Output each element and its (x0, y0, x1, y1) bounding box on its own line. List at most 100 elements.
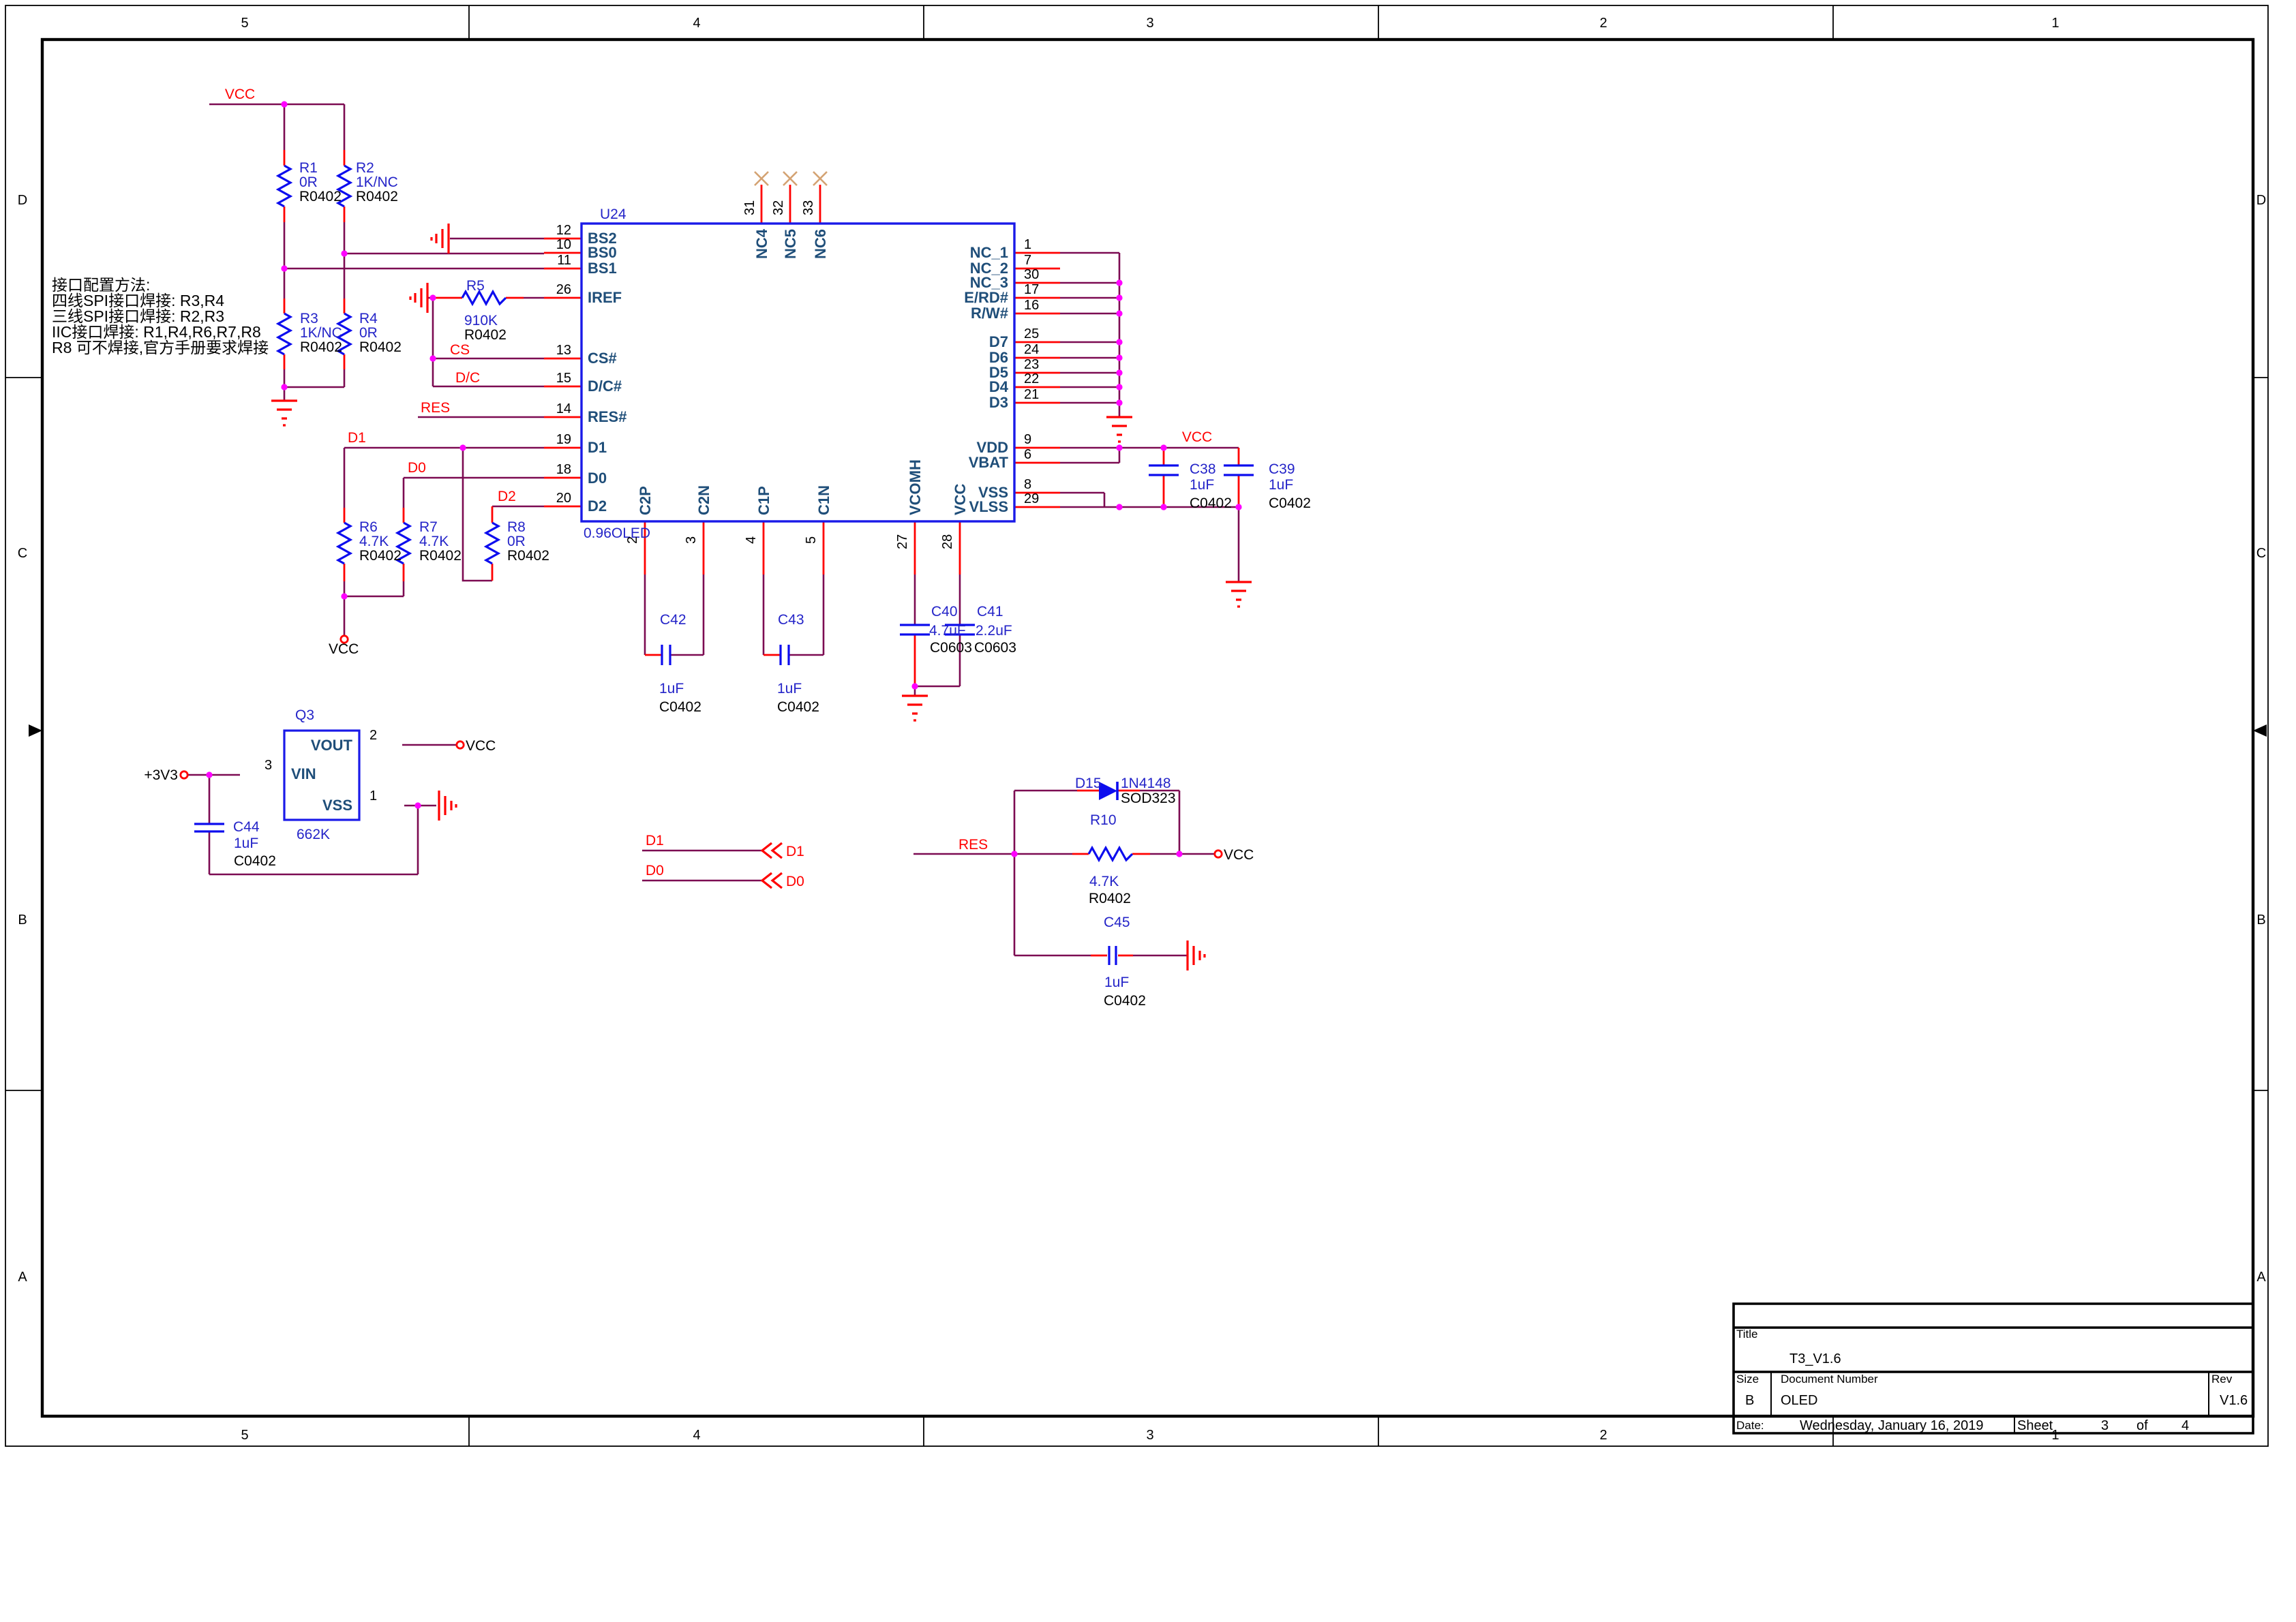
pin-num-13: 13 (556, 343, 571, 358)
c40-refdes: C40 (931, 604, 958, 619)
pin-name-rw: R/W# (971, 305, 1008, 322)
pin-num-23: 23 (1024, 357, 1039, 372)
r6-value: 4.7K (359, 534, 389, 549)
pin-num-18: 18 (556, 462, 571, 477)
pin-num-7: 7 (1024, 253, 1031, 268)
date-value: Wednesday, January 16, 2019 (1800, 1418, 1983, 1433)
c41-value: 2.2uF (976, 623, 1012, 639)
zone-labels: 5 4 3 2 1 5 4 3 2 1 D C B A D C B A (18, 16, 2267, 1443)
u24-bottom-pins: 2 3 4 5 27 28 C2P C2N C1P C1N VCOMH VCC (625, 459, 969, 549)
sheet-total: 4 (2181, 1418, 2189, 1433)
c45-value: 1uF (1104, 975, 1129, 990)
pin-num-3: 3 (684, 536, 699, 544)
pin-num-31: 31 (742, 200, 757, 215)
pin-name-d0: D0 (588, 470, 607, 487)
pin-num-5: 5 (804, 536, 819, 544)
r1-symbol (278, 166, 290, 206)
pin-num-26: 26 (556, 282, 571, 297)
zone-right-a: A (2256, 1270, 2266, 1285)
d15-symbol (1099, 782, 1117, 800)
zone-left-c: C (18, 546, 27, 561)
pin-name-cs: CS# (588, 350, 617, 367)
c45-footprint: C0402 (1104, 993, 1146, 1009)
offpage-d0-label: D0 (786, 874, 804, 889)
pin-num-21: 21 (1024, 387, 1039, 402)
pin-num-8: 8 (1024, 477, 1031, 492)
offpage-d0-netlabel: D0 (646, 863, 664, 878)
zone-left-a: A (18, 1270, 27, 1285)
pin-num-19: 19 (556, 432, 571, 447)
c41-footprint: C0603 (974, 640, 1016, 656)
c43-footprint: C0402 (777, 699, 819, 715)
offpage-d1-netlabel: D1 (646, 833, 664, 848)
r3-value: 1K/NC (300, 325, 342, 341)
pin-name-nc4: NC4 (753, 228, 770, 259)
pin-num-32: 32 (771, 200, 786, 215)
r3-refdes: R3 (300, 311, 318, 326)
pin-num-10: 10 (556, 237, 571, 252)
netlabel-d0: D0 (408, 460, 426, 476)
title-label: Title (1736, 1328, 1758, 1341)
title-value: T3_V1.6 (1789, 1351, 1841, 1366)
zone-left-b: B (18, 913, 27, 928)
netlabel-d2: D2 (498, 489, 516, 504)
gnd-q3-sideways (439, 791, 456, 821)
chip-outline (581, 224, 1014, 521)
pin-name-res: RES# (588, 408, 626, 425)
c44-footprint: C0402 (234, 853, 276, 869)
pin-num-28: 28 (940, 534, 955, 549)
no-connect-marks (755, 172, 827, 185)
pin-name-c1p: C1P (755, 486, 772, 515)
netlabel-cs: CS (450, 342, 470, 358)
netlabel-vcc-right: VCC (1182, 429, 1212, 445)
r1-value: 0R (299, 174, 318, 190)
u24-left-pin-names: BS2 BS0 BS1 IREF CS# D/C# RES# D1 D0 D2 (588, 230, 626, 515)
c41-refdes: C41 (977, 604, 1003, 619)
c40-symbol (900, 625, 930, 634)
gnd-r3-r4 (271, 401, 297, 425)
c38-value: 1uF (1190, 477, 1214, 493)
r7-footprint: R0402 (419, 548, 462, 564)
pin-num-30: 30 (1024, 267, 1039, 282)
c44-value: 1uF (234, 836, 258, 851)
q3-regulator: Q3 662K VOUT VIN VSS 2 3 1 (265, 707, 377, 842)
pin-name-c2p: C2P (637, 486, 654, 515)
schematic-sheet: 5 4 3 2 1 5 4 3 2 1 D C B A D C B A 接口配置… (0, 0, 2296, 1622)
r1-refdes: R1 (299, 160, 318, 176)
r3-symbol (278, 313, 290, 354)
pin-name-iref: IREF (588, 289, 622, 306)
pin-num-29: 29 (1024, 491, 1039, 506)
pin-name-bs0: BS0 (588, 244, 617, 261)
pin-name-bs1: BS1 (588, 260, 617, 277)
r10-refdes: R10 (1090, 812, 1117, 828)
r7-value: 4.7K (419, 534, 449, 549)
pin-num-6: 6 (1024, 447, 1031, 462)
u24-left-pin-numbers: 12 10 11 26 13 15 14 19 18 20 (556, 223, 571, 506)
zone-left-d: D (18, 193, 27, 208)
r5-refdes: R5 (466, 278, 485, 294)
pin-num-2: 2 (625, 536, 640, 544)
gnd-c40 (902, 696, 928, 720)
title-block: Title T3_V1.6 Size B Document Number OLE… (1734, 1304, 2253, 1433)
pin-num-4: 4 (744, 536, 759, 544)
c42-symbol (662, 645, 670, 665)
note-line-5: R8 可不焊接,官方手册要求焊接 (52, 339, 269, 356)
zone-right-c: C (2256, 546, 2266, 561)
r8-symbol (486, 523, 498, 564)
c43-refdes: C43 (778, 612, 804, 628)
gnd-c45-sideways (1188, 940, 1205, 970)
pin-num-20: 20 (556, 491, 571, 506)
d15-refdes: D15 (1075, 776, 1102, 791)
c39-symbol (1224, 465, 1254, 475)
right-mid-arrow (2253, 724, 2267, 737)
c38-refdes: C38 (1190, 461, 1216, 477)
c39-footprint: C0402 (1269, 495, 1311, 511)
pin-name-nc5: NC5 (782, 229, 799, 259)
gnd-right-bus (1106, 417, 1132, 442)
r10-footprint: R0402 (1089, 891, 1131, 906)
c42-value: 1uF (659, 681, 684, 697)
schematic-canvas: 5 4 3 2 1 5 4 3 2 1 D C B A D C B A 接口配置… (0, 0, 2296, 1622)
r8-footprint: R0402 (507, 548, 549, 564)
pin-num-27: 27 (895, 534, 910, 549)
pin-name-erd: E/RD# (964, 289, 1008, 306)
